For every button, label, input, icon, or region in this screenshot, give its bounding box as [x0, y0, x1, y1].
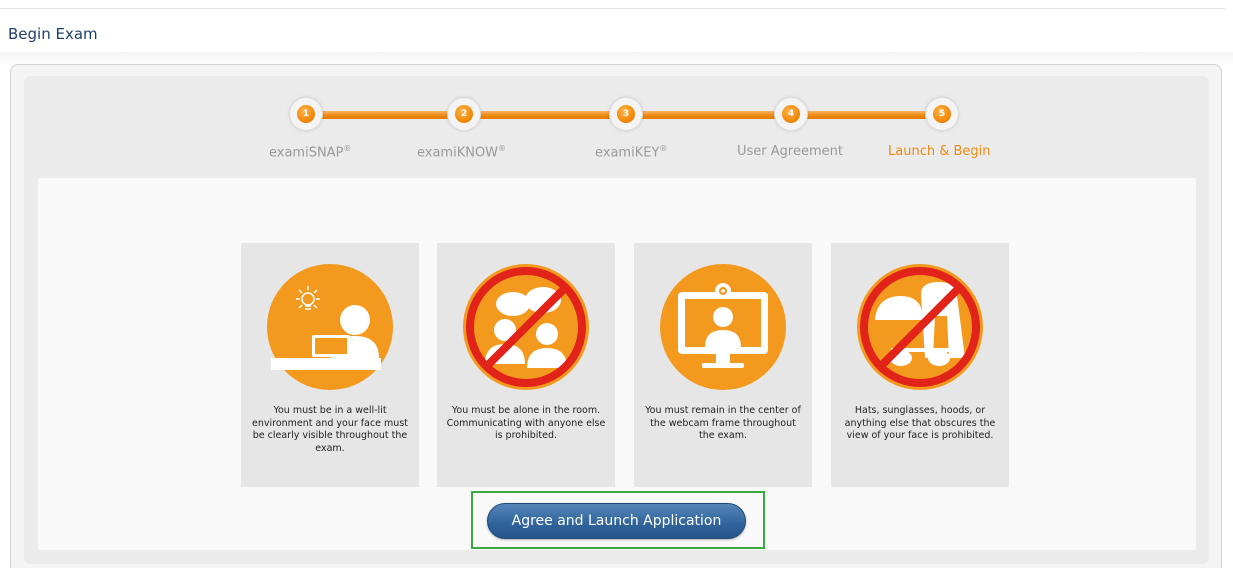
step-3-marker: 3: [609, 97, 643, 131]
page-title: Begin Exam: [8, 25, 98, 43]
step-1-label: examiSNAP®: [269, 144, 351, 160]
step-3-registered-mark: ®: [659, 144, 668, 153]
step-4-label: User Agreement: [737, 144, 843, 159]
step-2-registered-mark: ®: [498, 144, 507, 153]
step-2-label-text: examiKNOW: [417, 145, 499, 161]
rule-webcam-text: You must remain in the center of the web…: [645, 405, 801, 441]
top-divider: [0, 8, 1225, 9]
step-5-number: 5: [933, 105, 951, 123]
well-lit-desk-icon: [267, 264, 393, 390]
webcam-center-icon: [660, 264, 786, 390]
rule-card-no-obstruction: Hats, sunglasses, hoods, or anything els…: [831, 243, 1009, 487]
step-4-label-text: User Agreement: [737, 144, 843, 159]
step-4-number: 4: [782, 105, 800, 123]
step-1-number: 1: [297, 105, 315, 123]
agree-launch-button[interactable]: Agree and Launch Application: [487, 503, 746, 539]
rule-no-obstruction-text: Hats, sunglasses, hoods, or anything els…: [844, 405, 996, 441]
step-2-marker: 2: [447, 97, 481, 131]
rule-alone-text: You must be alone in the room. Communica…: [446, 405, 606, 441]
step-5-label: Launch & Begin: [888, 144, 991, 159]
step-3-number: 3: [617, 105, 635, 123]
step-1-marker: 1: [289, 97, 323, 131]
step-1-registered-mark: ®: [343, 144, 352, 153]
step-2-label: examiKNOW®: [417, 144, 506, 160]
step-2-number: 2: [455, 105, 473, 123]
rule-card-lighting: You must be in a well-lit environment an…: [241, 243, 419, 487]
rule-lighting-text: You must be in a well-lit environment an…: [252, 405, 408, 454]
step-3-label: examiKEY®: [595, 144, 667, 160]
step-4-marker: 4: [774, 97, 808, 131]
no-hats-sunglasses-hoods-icon: [857, 264, 983, 390]
step-1-label-text: examiSNAP: [269, 145, 344, 161]
rule-card-alone: You must be alone in the room. Communica…: [437, 243, 615, 487]
step-5-marker: 5: [925, 97, 959, 131]
rule-card-webcam: You must remain in the center of the web…: [634, 243, 812, 487]
step-5-label-text: Launch & Begin: [888, 144, 991, 159]
step-3-label-text: examiKEY: [595, 145, 660, 161]
no-other-people-icon: [463, 264, 589, 390]
